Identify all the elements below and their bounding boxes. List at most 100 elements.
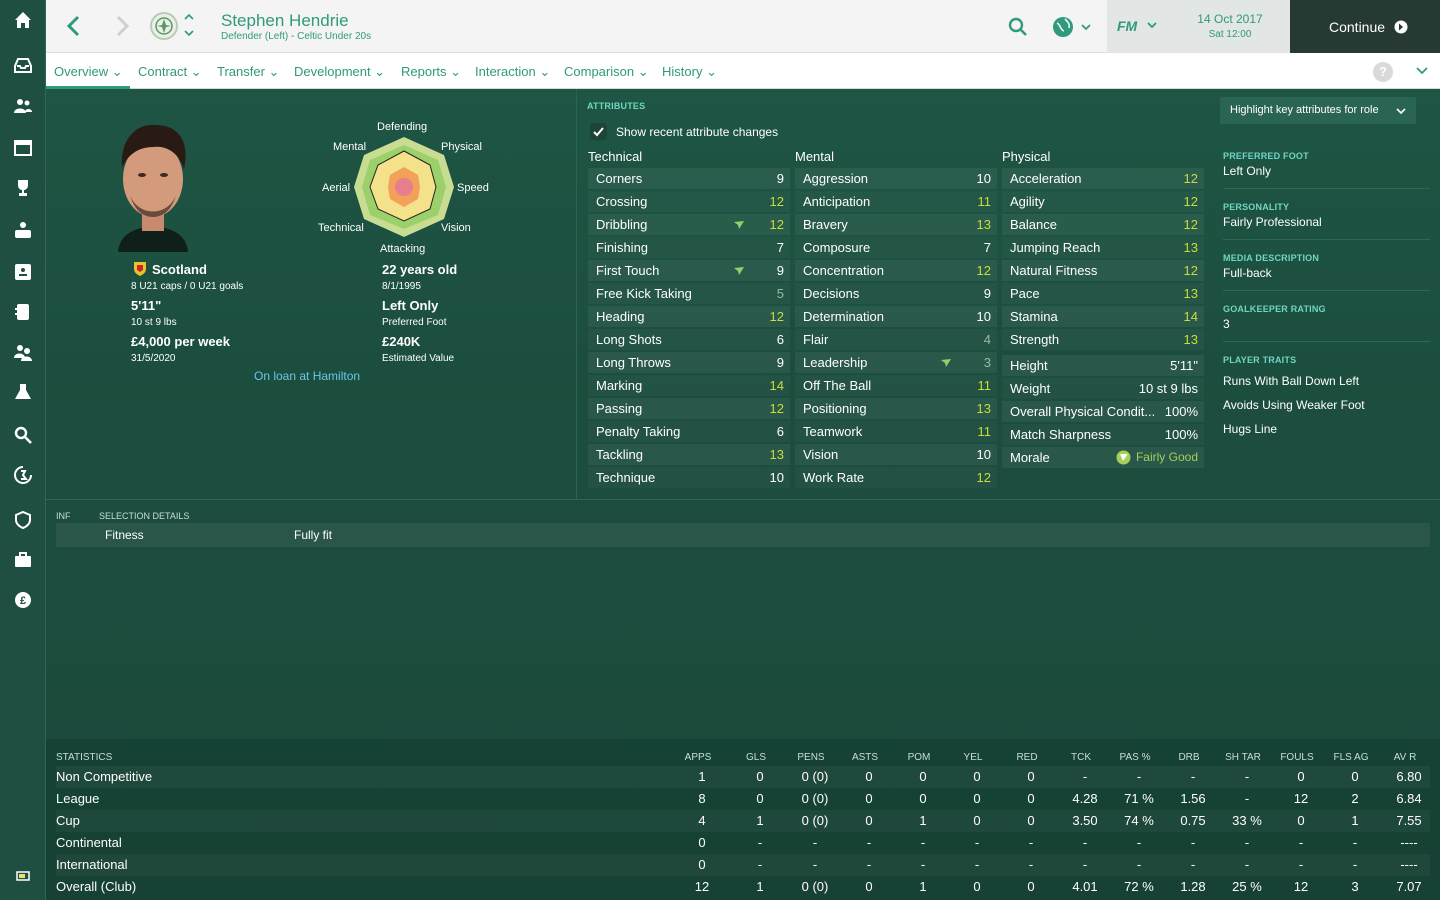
stat-row[interactable]: International 0- - - - - - - - - - - - ---- [56,854,1430,876]
tab-transfer[interactable]: Transfer ⌄ [217,53,279,89]
stat-column-header[interactable]: PENS [782,752,840,763]
club-switch-icon[interactable] [184,12,194,43]
attribute-row[interactable]: Work Rate 12 [795,467,997,488]
attribute-row[interactable]: Agility 12 [1002,191,1204,212]
attribute-row[interactable]: Flair 4 [795,329,997,350]
attribute-row[interactable]: Determination 10 [795,306,997,327]
forward-arrow-icon[interactable] [116,15,130,42]
tab-comparison[interactable]: Comparison ⌄ [564,53,649,89]
wage-text[interactable]: £4,000 per week [131,334,230,349]
attribute-row[interactable]: Teamwork 11 [795,421,997,442]
search-icon[interactable] [0,415,46,455]
attribute-row[interactable]: Dribbling 12 [588,214,790,235]
attribute-row[interactable]: Stamina 14 [1002,306,1204,327]
globe-icon[interactable] [1052,16,1092,43]
attribute-row[interactable]: First Touch 9 [588,260,790,281]
chevron-down-icon[interactable] [1416,67,1428,75]
transfers-icon[interactable] [0,455,46,495]
attribute-row[interactable]: Heading 12 [588,306,790,327]
tab-development[interactable]: Development ⌄ [294,53,385,89]
inbox-icon[interactable] [0,45,46,85]
club-icon[interactable] [0,500,46,540]
attribute-row[interactable]: Anticipation 11 [795,191,997,212]
attribute-row[interactable]: Overall Physical Condit... 100% [1002,401,1204,422]
training-icon[interactable] [0,292,46,332]
trait-item[interactable]: Hugs Line [1223,422,1277,436]
stat-row[interactable]: Continental 0- - - - - - - - - - - - ---- [56,832,1430,854]
attribute-row[interactable]: Height 5'11" [1002,355,1204,376]
attribute-row[interactable]: Marking 14 [588,375,790,396]
attribute-row[interactable]: Vision 10 [795,444,997,465]
stat-row[interactable]: Overall (Club) 12 1 0 (0) 0 1 0 0 4.01 72 % 1.28 25… [56,876,1430,898]
attribute-row[interactable]: Off The Ball 11 [795,375,997,396]
attribute-row[interactable]: Composure 7 [795,237,997,258]
tab-overview[interactable]: Overview ⌄ [46,53,130,89]
stat-column-header[interactable]: GLS [727,752,785,763]
attribute-row[interactable]: Positioning 13 [795,398,997,419]
attribute-row[interactable]: Finishing 7 [588,237,790,258]
continue-button[interactable]: Continue [1290,0,1440,53]
scouting-icon[interactable] [0,372,46,412]
attribute-row[interactable]: Long Shots 6 [588,329,790,350]
tab-contract[interactable]: Contract ⌄ [138,53,202,89]
tab-reports[interactable]: Reports ⌄ [401,53,461,89]
stat-column-header[interactable]: ASTS [836,752,894,763]
calendar-icon[interactable] [0,128,46,168]
staff-icon[interactable] [0,332,46,372]
show-changes-checkbox[interactable] [590,123,607,140]
stat-column-header[interactable]: AV R [1376,752,1434,763]
attribute-row[interactable]: Decisions 9 [795,283,997,304]
attribute-row[interactable]: Free Kick Taking 5 [588,283,790,304]
attribute-row[interactable]: Aggression 10 [795,168,997,189]
tab-history[interactable]: History ⌄ [662,53,717,89]
squad-icon[interactable] [0,86,46,126]
attribute-row[interactable]: Corners 9 [588,168,790,189]
attribute-row[interactable]: Leadership 3 [795,352,997,373]
nation-name[interactable]: Scotland [152,262,207,277]
fm-menu-button[interactable]: FM [1107,0,1170,53]
stat-column-header[interactable]: PAS % [1106,752,1164,763]
stat-column-header[interactable]: FOULS [1268,752,1326,763]
attribute-row[interactable]: Crossing 12 [588,191,790,212]
attribute-row[interactable]: Match Sharpness 100% [1002,424,1204,445]
trait-item[interactable]: Avoids Using Weaker Foot [1223,398,1365,412]
back-arrow-icon[interactable] [66,15,80,43]
finances-icon[interactable]: £ [0,580,46,620]
attribute-row[interactable]: Balance 12 [1002,214,1204,235]
stat-column-header[interactable]: SH TAR [1214,752,1272,763]
tactics-icon[interactable] [0,252,46,292]
home-icon[interactable] [0,0,46,40]
help-icon[interactable]: ? [1373,62,1393,82]
highlight-role-dropdown[interactable]: Highlight key attributes for role [1220,97,1416,124]
attribute-row[interactable]: Acceleration 12 [1002,168,1204,189]
attribute-row[interactable]: Strength 13 [1002,329,1204,350]
stat-column-header[interactable]: POM [890,752,948,763]
notes-icon[interactable] [0,856,46,896]
attribute-row[interactable]: Bravery 13 [795,214,997,235]
attribute-row[interactable]: Long Throws 9 [588,352,790,373]
loan-link[interactable]: On loan at Hamilton [254,369,360,383]
attribute-row[interactable]: Weight 10 st 9 lbs [1002,378,1204,399]
stat-column-header[interactable]: TCK [1052,752,1110,763]
attribute-row[interactable]: Morale Fairly Good [1002,447,1204,468]
stat-column-header[interactable]: YEL [944,752,1002,763]
u20-squad-icon[interactable] [0,210,46,250]
attribute-row[interactable]: Natural Fitness 12 [1002,260,1204,281]
attribute-row[interactable]: Technique 10 [588,467,790,488]
attribute-row[interactable]: Penalty Taking 6 [588,421,790,442]
tab-interaction[interactable]: Interaction ⌄ [475,53,550,89]
stat-row[interactable]: Cup 4 1 0 (0) 0 1 0 0 3.50 74 % 0.75 33 % 0 1 7.55 [56,810,1430,832]
board-icon[interactable] [0,540,46,580]
attribute-row[interactable]: Tackling 13 [588,444,790,465]
stat-row[interactable]: Non Competitive 1 0 0 (0) 0 0 0 0 - - - - 0 0 6.80 [56,766,1430,788]
stat-column-header[interactable]: RED [998,752,1056,763]
trait-item[interactable]: Runs With Ball Down Left [1223,374,1359,388]
search-icon[interactable] [1008,17,1028,42]
stat-column-header[interactable]: APPS [669,752,727,763]
club-crest-icon[interactable] [150,12,178,40]
trophy-icon[interactable] [0,168,46,208]
stat-row[interactable]: League 8 0 0 (0) 0 0 0 0 4.28 71 % 1.56 - 12 2 6.84 [56,788,1430,810]
stat-column-header[interactable]: DRB [1160,752,1218,763]
attribute-row[interactable]: Pace 13 [1002,283,1204,304]
attribute-row[interactable]: Jumping Reach 13 [1002,237,1204,258]
